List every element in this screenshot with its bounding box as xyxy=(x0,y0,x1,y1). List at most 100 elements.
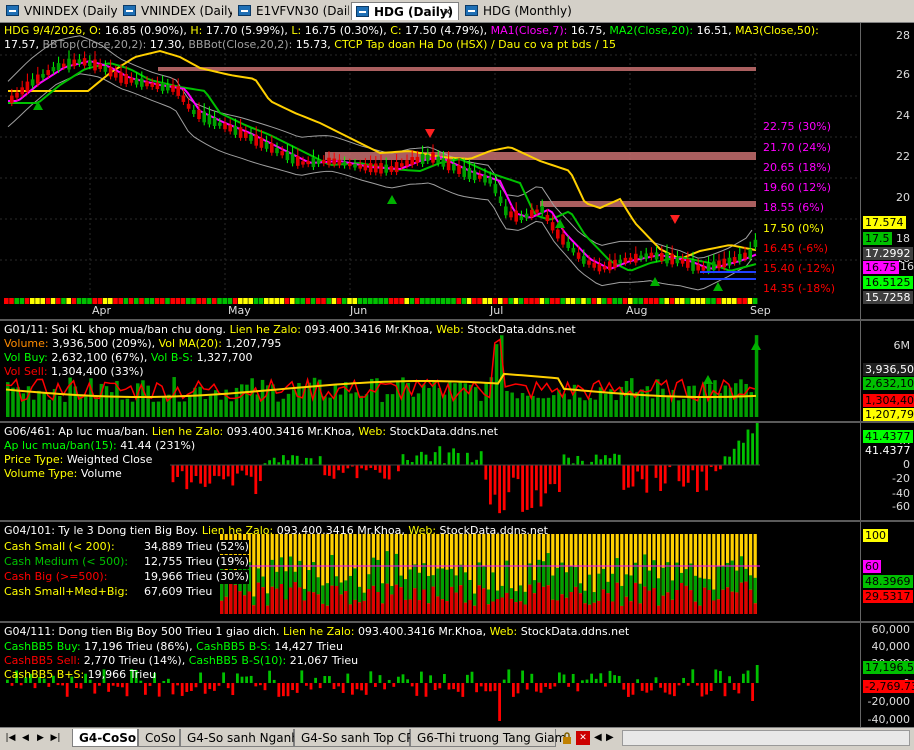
volume-axis[interactable]: 6M3,936,5002,632,1001,304,4001,207,795 xyxy=(860,321,914,421)
candle xyxy=(676,251,680,266)
candle xyxy=(608,254,612,273)
bigboy-bar xyxy=(724,683,727,696)
bigboy-bar xyxy=(655,677,658,683)
pressure-legend-line: Ap luc mua/ban(15): 41.44 (231%) xyxy=(4,439,195,453)
cashflow-axis-tag: 48.3969 xyxy=(863,575,913,588)
cashflow-ratio-panel[interactable]: G04/101: Ty le 3 Dong tien Big Boy. Lien… xyxy=(0,522,860,621)
cash-big-bar xyxy=(754,603,757,614)
price-axis-tick: 18 xyxy=(896,232,910,245)
next-sheet-button[interactable]: ▶ xyxy=(34,732,47,745)
volume-bar xyxy=(136,383,140,417)
prev-sheet-button[interactable]: ◀ xyxy=(19,732,32,745)
volume-bar xyxy=(282,399,286,417)
sheet-tab-coso[interactable]: CoSo xyxy=(138,729,180,747)
cash-medium-bar xyxy=(685,569,688,586)
bigboy-bar xyxy=(494,683,497,691)
cash-big-bar xyxy=(560,594,563,614)
bigboy-bar xyxy=(595,679,598,683)
volume-bar xyxy=(692,386,696,417)
bigboy-bar xyxy=(195,683,198,687)
pressure-bar xyxy=(236,465,239,474)
tab-hdg-monthly[interactable]: HDG (Monthly) xyxy=(461,2,571,20)
volume-bar xyxy=(443,395,447,417)
candle xyxy=(213,111,217,129)
chart-icon xyxy=(465,5,478,16)
close-icon[interactable]: × xyxy=(443,3,452,20)
tab-vnindex-daily-1[interactable]: VNINDEX (Daily) xyxy=(2,2,117,20)
tab-hdg-daily[interactable]: HDG (Daily)× xyxy=(351,2,459,20)
bigboy-bar xyxy=(383,683,386,689)
candle xyxy=(754,233,758,250)
horizontal-scrollbar[interactable] xyxy=(622,730,910,746)
candle xyxy=(603,262,607,273)
bigboy-bar xyxy=(475,683,478,692)
cash-big-bar xyxy=(473,606,476,614)
cash-big-bar xyxy=(643,587,646,614)
bigboy-bar xyxy=(369,671,372,683)
volume-panel[interactable]: G01/11: Soi KL khop mua/ban chu dong. Li… xyxy=(0,321,860,421)
volume-bar xyxy=(365,394,369,417)
bigboy-axis[interactable]: 60,00040,00020,0000-20,000-40,00017,196.… xyxy=(860,623,914,727)
pressure-bar xyxy=(756,423,759,465)
cash-medium-bar xyxy=(616,558,619,583)
volume-title: G01/11: Soi KL khop mua/ban chu dong. Li… xyxy=(4,323,576,337)
volume-bar xyxy=(120,400,124,417)
cash-big-bar xyxy=(261,587,264,614)
cash-big-bar xyxy=(289,588,292,614)
pressure-bar xyxy=(254,465,257,494)
bigboy-panel[interactable]: G04/111: Dong tien Big Boy 500 Trieu 1 g… xyxy=(0,623,860,727)
pressure-axis[interactable]: 200-20-40-6041.437741.4377 xyxy=(860,423,914,520)
cash-big-bar xyxy=(639,603,642,614)
volume-bar xyxy=(240,384,244,417)
tab-e1vfvn30-daily[interactable]: E1VFVN30 (Daily) xyxy=(234,2,349,20)
pressure-panel[interactable]: G06/461: Ap luc mua/ban. Lien he Zalo: 0… xyxy=(0,423,860,520)
remove-sheet-icon[interactable]: ✕ xyxy=(576,731,590,745)
price-axis[interactable]: 282624222018161417.57417.517.299216.7516… xyxy=(860,23,914,319)
pressure-bar xyxy=(346,465,349,468)
cash-big-bar xyxy=(629,601,632,614)
cash-medium-bar xyxy=(266,593,269,605)
sheet-tab-thi-truong-tang-giam[interactable]: G6-Thi truong Tang Giam xyxy=(410,729,556,747)
cashflow-title-segment: G04/101: Ty le 3 Dong tien Big Boy. xyxy=(4,524,202,537)
pressure-bar xyxy=(222,465,225,479)
candle xyxy=(312,150,316,170)
cash-medium-bar xyxy=(708,579,711,590)
volume-bar xyxy=(219,400,223,417)
cashflow-axis[interactable]: 1006048.396929.5317 xyxy=(860,522,914,621)
bigboy-bar xyxy=(691,669,694,683)
scroll-left-icon[interactable]: ◀ xyxy=(594,732,604,744)
sheet-tab-so-sanh-nganh[interactable]: G4-So sanh Nganh xyxy=(180,729,294,747)
cash-big-bar xyxy=(648,591,651,614)
candle xyxy=(83,51,87,68)
lock-icon[interactable] xyxy=(562,732,572,744)
bigboy-bar xyxy=(158,683,161,697)
cashflow-title-segment: Web: xyxy=(408,524,439,537)
cash-big-bar xyxy=(220,601,223,614)
sheet-tab-so-sanh-top-cp[interactable]: G4-So sanh Top CP xyxy=(294,729,410,747)
pressure-bar xyxy=(696,465,699,492)
candle xyxy=(156,77,160,92)
volume-bar xyxy=(542,398,546,417)
pressure-bar xyxy=(213,465,216,476)
cash-medium-bar xyxy=(390,586,393,594)
price-axis-tag: 17.2992 xyxy=(863,247,913,260)
percent-level-label: 19.60 (12%) xyxy=(763,181,831,194)
bigboy-axis-tick: 60,000 xyxy=(872,623,911,636)
sheet-tab-g4-coso[interactable]: G4-CoSo xyxy=(72,729,138,747)
volume-bar xyxy=(63,402,66,417)
bigboy-axis-tick: -20,000 xyxy=(868,695,910,708)
pressure-bar xyxy=(356,465,359,478)
first-sheet-button[interactable]: |◀ xyxy=(4,732,17,745)
last-sheet-button[interactable]: ▶| xyxy=(49,732,62,745)
bigboy-bar xyxy=(287,683,290,696)
scroll-right-icon[interactable]: ▶ xyxy=(606,732,616,744)
pressure-bar xyxy=(724,456,727,465)
volume-bar xyxy=(84,396,88,417)
candle xyxy=(317,155,321,167)
tab-vnindex-daily-2[interactable]: VNINDEX (Daily) xyxy=(119,2,232,20)
price-chart-panel[interactable]: HDG 9/4/2026, O: 16.85 (0.90%), H: 17.70… xyxy=(0,23,860,319)
bigboy-bar xyxy=(742,674,745,683)
pressure-bar xyxy=(218,465,221,476)
cash-big-bar xyxy=(528,585,531,614)
cash-medium-bar xyxy=(666,562,669,592)
